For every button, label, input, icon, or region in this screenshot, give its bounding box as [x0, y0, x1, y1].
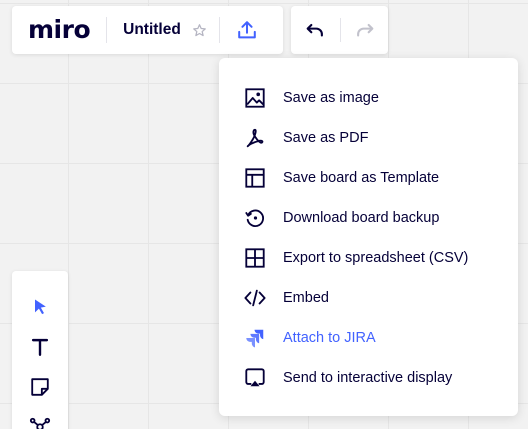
miro-logo[interactable]: miro	[28, 15, 91, 44]
upload-icon	[236, 19, 258, 41]
top-bar: miro Untitled	[12, 6, 283, 54]
divider	[106, 17, 108, 43]
menu-item-label: Save as image	[283, 90, 379, 106]
menu-item-save-as-pdf[interactable]: Save as PDF	[219, 118, 518, 158]
sticky-note-icon	[29, 376, 51, 398]
divider	[340, 18, 341, 42]
star-icon[interactable]	[191, 21, 209, 39]
display-icon	[243, 366, 267, 390]
cursor-icon	[30, 297, 50, 317]
export-button[interactable]	[229, 12, 265, 48]
redo-button[interactable]	[349, 14, 381, 46]
menu-item-export-csv[interactable]: Export to spreadsheet (CSV)	[219, 238, 518, 278]
pdf-icon	[243, 126, 267, 150]
menu-item-label: Send to interactive display	[283, 370, 453, 386]
redo-icon	[354, 19, 376, 41]
menu-item-embed[interactable]: Embed	[219, 278, 518, 318]
tool-mind-map[interactable]	[12, 407, 68, 429]
undo-button[interactable]	[299, 14, 331, 46]
menu-item-save-as-image[interactable]: Save as image	[219, 78, 518, 118]
menu-item-attach-jira[interactable]: Attach to JIRA	[219, 318, 518, 358]
menu-item-label: Save board as Template	[283, 170, 440, 186]
menu-item-label: Embed	[283, 290, 329, 306]
menu-item-interactive-display[interactable]: Send to interactive display	[219, 358, 518, 398]
menu-item-download-backup[interactable]: Download board backup	[219, 198, 518, 238]
mind-map-icon	[29, 416, 51, 429]
divider	[218, 17, 220, 43]
menu-item-label: Save as PDF	[283, 130, 369, 146]
jira-icon	[243, 326, 267, 350]
menu-item-label: Attach to JIRA	[283, 330, 376, 346]
menu-item-save-template[interactable]: Save board as Template	[219, 158, 518, 198]
tool-sticky-note[interactable]	[12, 367, 68, 407]
menu-item-label: Download board backup	[283, 210, 440, 226]
menu-item-label: Export to spreadsheet (CSV)	[283, 250, 469, 266]
table-icon	[243, 246, 267, 270]
board-title[interactable]: Untitled	[123, 21, 181, 39]
code-icon	[243, 286, 267, 310]
export-menu: Save as image Save as PDF Save board as …	[219, 58, 518, 416]
tool-text[interactable]	[12, 327, 68, 367]
tool-select[interactable]	[12, 287, 68, 327]
tools-toolbar	[12, 271, 68, 429]
template-icon	[243, 166, 267, 190]
image-icon	[243, 86, 267, 110]
backup-icon	[243, 206, 267, 230]
text-icon	[29, 336, 51, 358]
undo-icon	[304, 19, 326, 41]
history-bar	[291, 6, 388, 54]
